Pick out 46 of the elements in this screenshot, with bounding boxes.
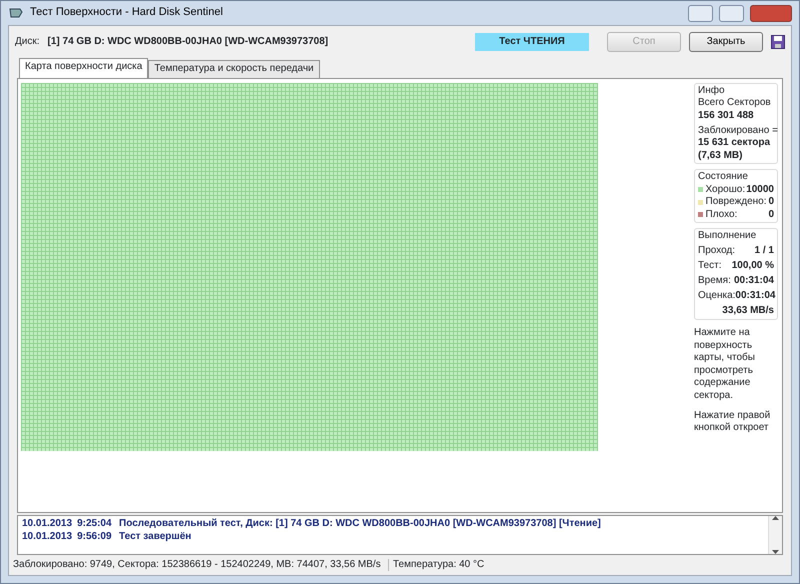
disk-label: Диск: [15,36,40,48]
state-title: Состояние [698,171,749,184]
status-text: Температура: 40 °C [392,558,486,572]
tab[interactable]: Температура и скорость передачи [148,60,320,78]
progress-title: Выполнение [698,230,758,242]
scroll-down-icon[interactable] [772,550,779,554]
close-button[interactable] [750,4,792,22]
info-title: Инфо [698,84,726,97]
speed-value: 33,63 MB/s [721,305,774,318]
blocked-value: 15 631 сектора [698,137,772,150]
save-icon[interactable] [771,35,785,49]
state-label: Хорошо: [706,184,746,196]
status-text: Заблокировано: 9749, Сектора: 152386619 - 152402249, MB: 74407, 33,56 MB/s [9,558,389,572]
log-time: 9:25:04 [77,518,112,530]
state-value: 10000 [746,184,774,196]
hint-text: Нажатие правой кнопкой откроет [694,410,772,434]
progress-label: Время: [698,275,731,288]
progress-label: Тест: [698,260,722,272]
minimize-button[interactable] [688,4,713,22]
progress-value: 100,00 % [732,260,774,272]
progress-label: Проход: [698,245,736,258]
close-window-button[interactable]: Закрыть [689,32,763,52]
test-status: Тест ЧТЕНИЯ [475,32,589,52]
state-label: Повреждено: [706,196,767,208]
state-label: Плохо: [706,208,738,221]
progress-value: 00:31:04 [734,275,774,288]
disk-name: [1] 74 GB D: WDC WD800BB-00JHA0 [WD-WCAM93973708] [48,36,328,48]
log-message: Тест завершён [119,530,192,543]
hint-text: Нажмите на поверхность карты, чтобы просмотреть содержание сектора. [694,327,756,402]
window-title: Тест Поверхности - Hard Disk Sentinel [30,6,223,20]
scroll-up-icon[interactable] [772,516,779,520]
maximize-button[interactable] [719,4,744,22]
tab[interactable]: Карта поверхности диска [19,58,148,78]
blocked-size: (7,63 MB) [698,150,744,162]
log-message: Последовательный тест, Диск: [1] 74 GB D: WDC WD800BB-00JHA0 [WD-WCAM93973708] [Чтение] [119,518,601,530]
total-sectors-value: 156 301 488 [698,110,755,122]
app-icon [8,6,24,20]
log-time: 9:56:09 [77,530,112,543]
log-date: 10.01.2013 [22,518,72,530]
state-value: 0 [768,196,774,208]
state-value: 0 [768,208,774,221]
progress-value: 00:31:04 [735,290,776,302]
log-date: 10.01.2013 [22,530,72,543]
progress-value: 1 / 1 [754,245,774,258]
total-sectors-label: Всего Секторов [698,97,772,110]
progress-label: Оценка: [698,290,736,302]
